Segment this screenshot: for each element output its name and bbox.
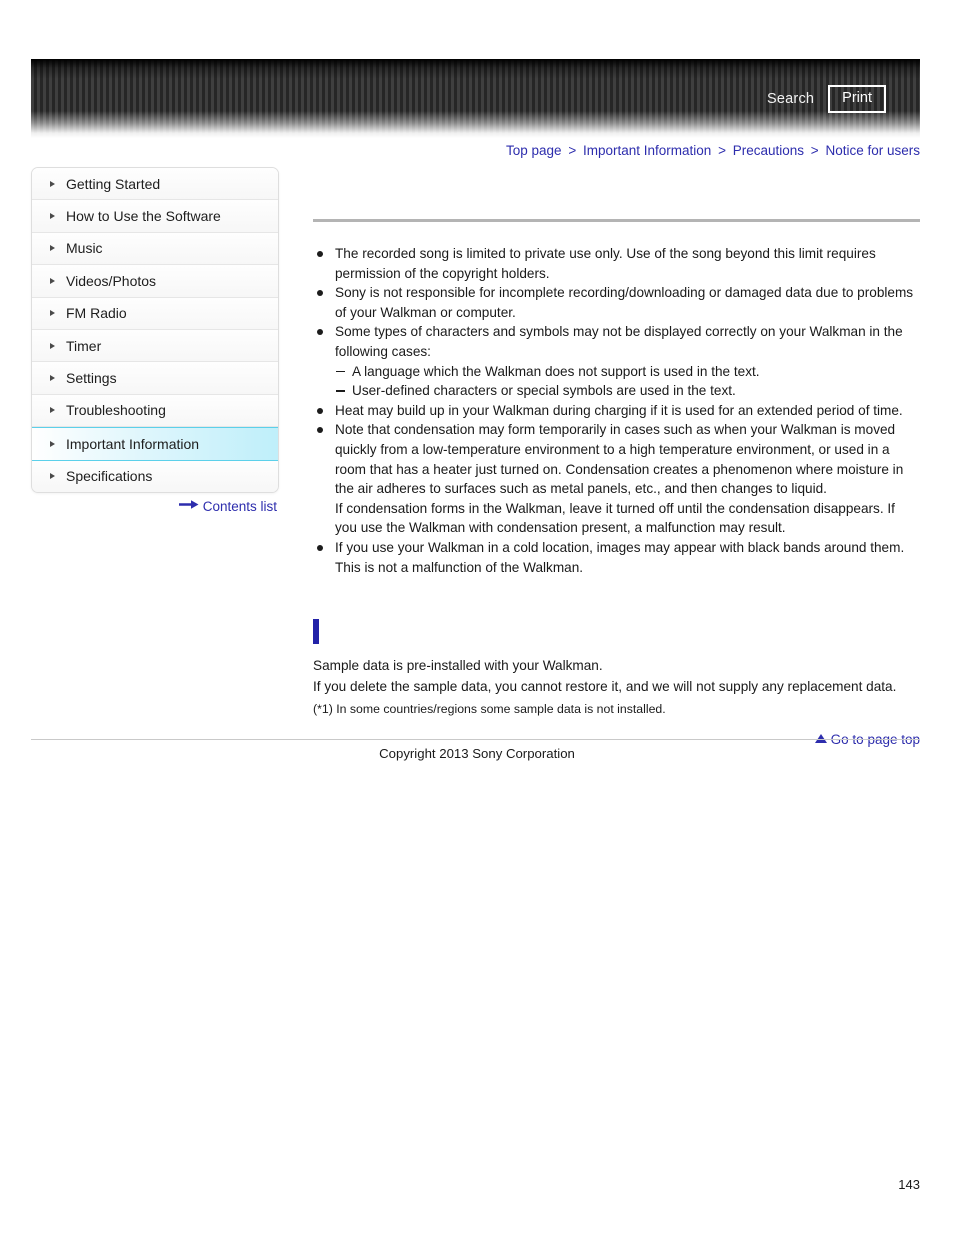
sidebar: Getting Started How to Use the Software Mu… — [31, 167, 279, 493]
note-text: Note that condensation may form temporar… — [335, 422, 904, 536]
sidebar-item-videos-photos[interactable]: Videos/Photos — [32, 265, 278, 298]
sidebar-item-settings[interactable]: Settings — [32, 362, 278, 395]
search-button[interactable]: Search — [767, 91, 814, 107]
header-banner: Search Print — [31, 59, 920, 138]
chevron-right-icon — [50, 277, 55, 284]
page-title — [313, 183, 920, 201]
print-button[interactable]: Print — [828, 85, 886, 113]
sidebar-item-how-to-use-the-software[interactable]: How to Use the Software — [32, 200, 278, 233]
chevron-right-icon — [50, 310, 55, 317]
contents-list-link[interactable]: Contents list — [31, 498, 277, 515]
page-number: 143 — [898, 1177, 920, 1192]
note-subitem-list: A language which the Walkman does not su… — [335, 362, 920, 401]
breadcrumb-separator: > — [810, 143, 819, 158]
sample-data-section: Sample data is pre-installed with your W… — [313, 619, 920, 719]
chevron-right-icon — [50, 440, 55, 447]
breadcrumb-separator: > — [568, 143, 577, 158]
sidebar-item-troubleshooting[interactable]: Troubleshooting — [32, 394, 278, 428]
header-actions: Search Print — [767, 85, 886, 113]
sidebar-item-label: Getting Started — [66, 175, 161, 192]
sidebar-item-fm-radio[interactable]: FM Radio — [32, 297, 278, 330]
note-item: If you use your Walkman in a cold locati… — [313, 538, 920, 577]
section-header — [313, 619, 920, 645]
note-item: Sony is not responsible for incomplete r… — [313, 283, 920, 322]
contents-list-label: Contents list — [202, 499, 277, 514]
sidebar-item-timer[interactable]: Timer — [32, 329, 278, 363]
notes-list: The recorded song is limited to private … — [313, 244, 920, 577]
sidebar-item-label: Timer — [66, 337, 102, 354]
chevron-right-icon — [50, 180, 55, 187]
sidebar-item-music[interactable]: Music — [32, 232, 278, 266]
note-text: Sony is not responsible for incomplete r… — [335, 285, 914, 320]
sidebar-item-label: Troubleshooting — [66, 402, 166, 419]
chevron-right-icon — [50, 473, 55, 480]
sidebar-item-getting-started[interactable]: Getting Started — [32, 168, 278, 201]
note-item: Note that condensation may form temporar… — [313, 420, 920, 538]
sidebar-item-label: How to Use the Software — [66, 208, 221, 225]
section-marker-bar — [313, 619, 319, 645]
main-content: The recorded song is limited to private … — [313, 183, 920, 747]
section-line: If you delete the sample data, you canno… — [313, 679, 897, 695]
sidebar-item-label: Music — [66, 240, 103, 257]
sidebar-item-label: Settings — [66, 370, 117, 387]
breadcrumb-item-precautions[interactable]: Precautions — [733, 143, 804, 158]
chevron-right-icon — [50, 342, 55, 349]
breadcrumb-separator: > — [718, 143, 726, 158]
section-line: Sample data is pre-installed with your W… — [313, 658, 603, 674]
breadcrumb: Top page > Important Information > Preca… — [506, 143, 920, 158]
section-footnote: (*1) In some countries/regions some samp… — [313, 702, 666, 717]
sidebar-item-label: Specifications — [66, 468, 153, 485]
note-text: The recorded song is limited to private … — [335, 246, 876, 281]
note-subitem: A language which the Walkman does not su… — [335, 362, 920, 382]
note-item: Heat may build up in your Walkman during… — [313, 401, 920, 421]
note-item: Some types of characters and symbols may… — [313, 322, 920, 400]
chevron-right-icon — [50, 213, 55, 220]
breadcrumb-item-notice-for-users[interactable]: Notice for users — [825, 143, 920, 158]
sidebar-item-specifications[interactable]: Specifications — [32, 460, 278, 492]
sidebar-item-important-information[interactable]: Important Information — [32, 427, 278, 461]
chevron-right-icon — [50, 407, 55, 414]
right-arrow-icon — [178, 498, 199, 513]
copyright-text: Copyright 2013 Sony Corporation — [379, 746, 575, 761]
chevron-right-icon — [50, 245, 55, 252]
breadcrumb-item-top-page[interactable]: Top page — [506, 143, 562, 158]
note-text: If you use your Walkman in a cold locati… — [335, 539, 905, 575]
note-subitem: User-defined characters or special symbo… — [335, 381, 920, 401]
note-item: The recorded song is limited to private … — [313, 244, 920, 283]
note-text: Some types of characters and symbols may… — [335, 324, 903, 359]
sidebar-item-label: Videos/Photos — [66, 272, 157, 289]
note-text: Heat may build up in your Walkman during… — [335, 402, 903, 418]
sidebar-item-label: FM Radio — [66, 305, 127, 322]
content-divider — [313, 219, 920, 222]
sidebar-item-label: Important Information — [66, 435, 200, 452]
chevron-right-icon — [50, 375, 55, 382]
breadcrumb-item-important-information[interactable]: Important Information — [583, 143, 711, 158]
